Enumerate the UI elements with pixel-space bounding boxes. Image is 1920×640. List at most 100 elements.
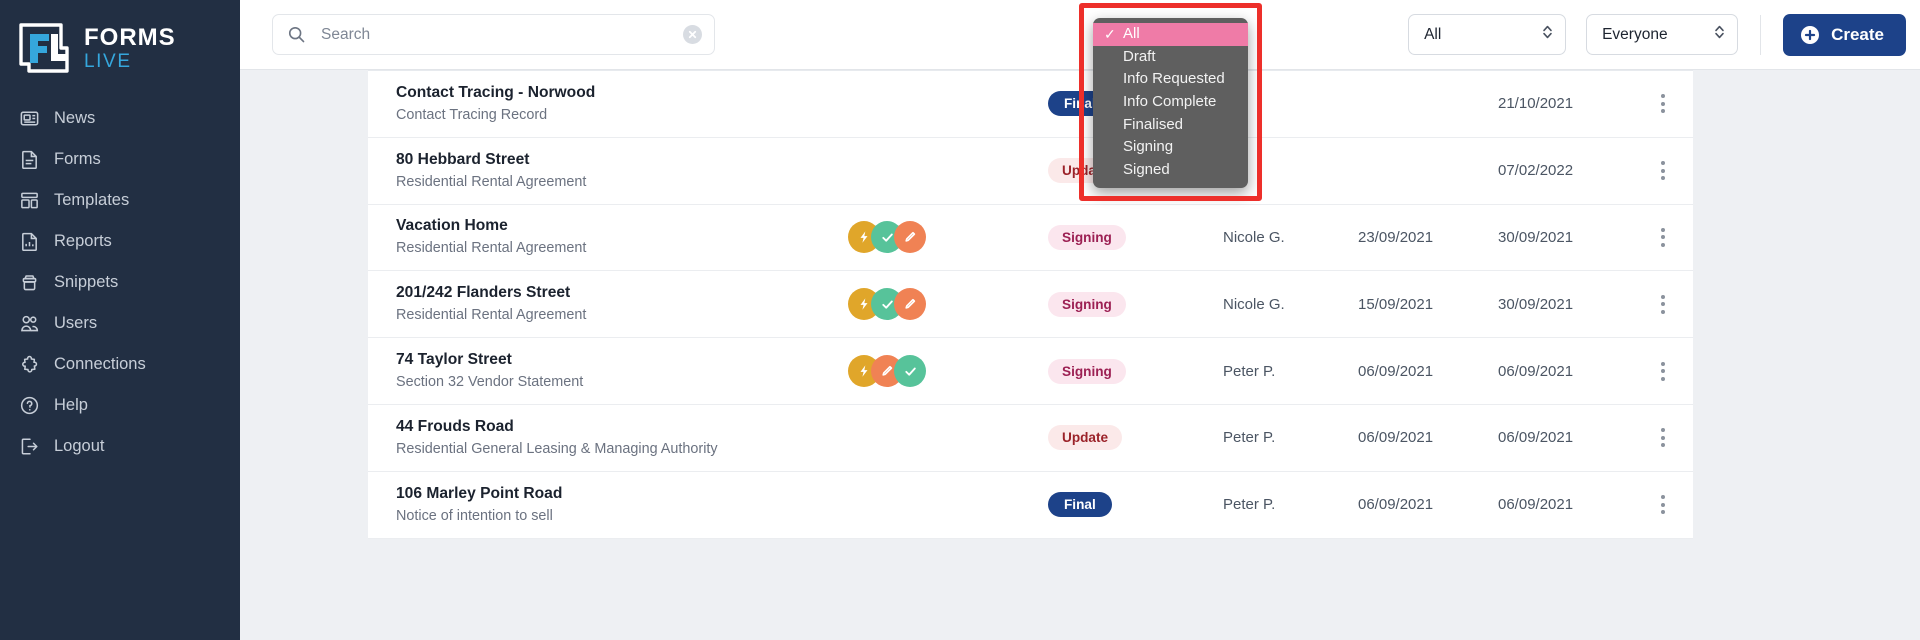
row-signatories-cell [848,288,1048,321]
status-badge: Signing [1048,358,1126,384]
table-row[interactable]: Contact Tracing - Norwood Contact Tracin… [368,71,1693,138]
row-title-cell: 44 Frouds Road Residential General Leasi… [396,417,848,459]
search-field[interactable] [272,14,715,55]
row-status-cell: Final [1048,492,1223,518]
row-date-created: 23/09/2021 [1358,228,1434,246]
row-menu-button[interactable] [1633,294,1693,314]
kebab-menu-icon [1661,294,1665,314]
sidebar-item-reports[interactable]: Reports [0,221,240,262]
sidebar-item-snippets[interactable]: Snippets [0,262,240,303]
status-dropdown-menu[interactable]: ✓ All Draft Info Requested Info Complete… [1093,18,1248,188]
row-user: Peter P. [1223,362,1276,380]
status-badge: Final [1048,492,1112,518]
row-status-cell: Signing [1048,291,1223,317]
status-filter-value: All [1424,25,1442,43]
dropdown-option-label: Signing [1123,138,1174,156]
logout-icon [19,436,50,457]
chevron-updown-icon [1541,23,1554,46]
row-title-cell: 74 Taylor Street Section 32 Vendor State… [396,350,848,392]
row-menu-button[interactable] [1633,227,1693,247]
sidebar-item-label: Connections [54,355,146,373]
row-title: 74 Taylor Street [396,351,512,369]
search-icon [287,25,309,44]
sidebar-item-label: Reports [54,232,112,250]
row-signatories-cell [848,355,1048,388]
row-user: Nicole G. [1223,228,1285,246]
status-filter-select[interactable]: All [1408,14,1567,55]
row-menu-button[interactable] [1633,428,1693,448]
table-row[interactable]: 106 Marley Point Road Notice of intentio… [368,472,1693,539]
row-menu-button[interactable] [1633,495,1693,515]
forms-live-logo-icon [17,22,73,74]
status-badge: Signing [1048,291,1126,317]
dropdown-option-all[interactable]: ✓ All [1093,23,1248,46]
app-root: FORMS LIVE News Forms Templates Reports … [0,0,1920,640]
dropdown-option-label: Finalised [1123,115,1184,133]
sidebar-item-label: Logout [54,437,105,455]
dropdown-option-finalised[interactable]: Finalised [1093,114,1248,137]
clear-circle-icon[interactable] [683,25,702,44]
row-status-cell: Signing [1048,358,1223,384]
dropdown-option-signed[interactable]: Signed [1093,159,1248,182]
kebab-menu-icon [1661,94,1665,114]
row-date-updated: 21/10/2021 [1498,95,1574,113]
sidebar-item-connections[interactable]: Connections [0,344,240,385]
brand[interactable]: FORMS LIVE [0,14,240,76]
puzzle-icon [19,354,50,375]
sidebar-item-users[interactable]: Users [0,303,240,344]
brand-line-1: FORMS [84,23,176,51]
sidebar-item-news[interactable]: News [0,98,240,139]
row-subtitle: Residential Rental Agreement [396,307,587,324]
dropdown-option-label: All [1123,25,1140,42]
row-subtitle: Residential Rental Agreement [396,173,587,190]
table-row[interactable]: Vacation Home Residential Rental Agreeme… [368,205,1693,272]
row-user: Peter P. [1223,496,1276,514]
row-date-updated: 06/09/2021 [1498,429,1574,447]
row-date-updated: 30/09/2021 [1498,228,1574,246]
check-icon: ✓ [1104,26,1116,42]
plus-circle-icon [1800,25,1820,45]
sidebar-item-help[interactable]: Help [0,385,240,426]
reports-chart-icon [19,231,50,252]
sidebar-item-label: Snippets [54,273,119,291]
row-menu-button[interactable] [1633,161,1693,181]
sidebar-item-label: News [54,109,96,127]
row-subtitle: Section 32 Vendor Statement [396,374,584,391]
brand-line-2: LIVE [84,50,132,72]
kebab-menu-icon [1661,495,1665,515]
table-row[interactable]: 201/242 Flanders Street Residential Rent… [368,271,1693,339]
pencil-icon [894,221,926,254]
dropdown-option-info-complete[interactable]: Info Complete [1093,91,1248,114]
forms-list-content: Contact Tracing - Norwood Contact Tracin… [240,70,1920,640]
row-date-created: 06/09/2021 [1358,362,1434,380]
row-menu-button[interactable] [1633,94,1693,114]
table-row[interactable]: 44 Frouds Road Residential General Leasi… [368,405,1693,472]
snippets-icon [19,272,50,293]
row-title: 106 Marley Point Road [396,484,563,502]
row-date-updated: 06/09/2021 [1498,362,1574,380]
row-status-cell: Update [1048,425,1223,451]
row-date-created: 06/09/2021 [1358,429,1434,447]
sidebar-item-label: Help [54,396,88,414]
row-menu-button[interactable] [1633,361,1693,381]
dropdown-option-label: Info Requested [1123,70,1225,88]
scope-filter-select[interactable]: Everyone [1586,14,1739,55]
table-row[interactable]: 80 Hebbard Street Residential Rental Agr… [368,138,1693,205]
dropdown-option-signing[interactable]: Signing [1093,136,1248,159]
check-icon [894,355,926,388]
row-title: 80 Hebbard Street [396,150,530,168]
row-title: 44 Frouds Road [396,417,514,435]
status-badge: Signing [1048,224,1126,250]
sidebar-item-forms[interactable]: Forms [0,139,240,180]
table-row[interactable]: 74 Taylor Street Section 32 Vendor State… [368,338,1693,405]
sidebar-item-templates[interactable]: Templates [0,180,240,221]
create-button[interactable]: Create [1783,13,1906,56]
row-title-cell: 80 Hebbard Street Residential Rental Agr… [396,150,848,192]
signatory-stack [848,355,926,388]
dropdown-option-info-requested[interactable]: Info Requested [1093,68,1248,91]
sidebar-item-logout[interactable]: Logout [0,426,240,467]
dropdown-option-draft[interactable]: Draft [1093,46,1248,69]
search-input[interactable] [309,25,683,44]
topbar: All Everyone [240,0,1920,70]
signatory-stack [848,221,926,254]
